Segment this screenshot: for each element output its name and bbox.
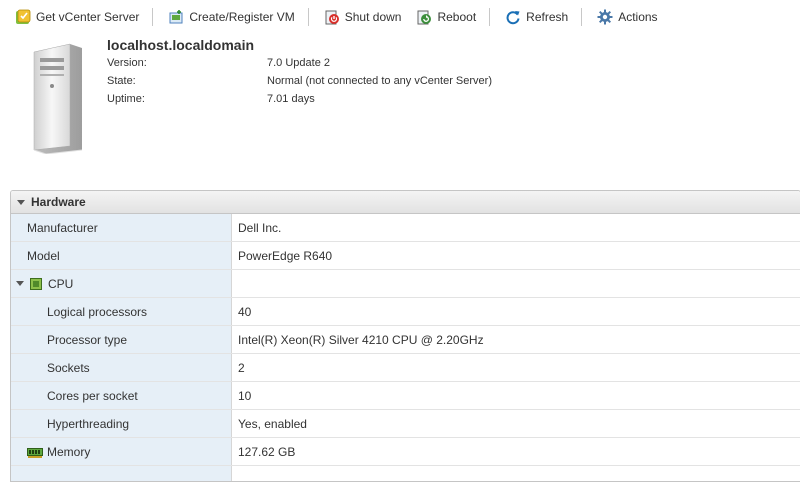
- reboot-icon: [416, 9, 432, 25]
- vcenter-icon: [15, 9, 31, 25]
- create-register-vm-label: Create/Register VM: [189, 10, 294, 24]
- state-label: State:: [107, 75, 136, 87]
- logical-processors-value: 40: [232, 298, 800, 326]
- row-label-cell: Memory: [11, 438, 232, 466]
- version-value: 7.0 Update 2: [267, 57, 330, 69]
- manufacturer-label: Manufacturer: [27, 221, 98, 235]
- table-row: Model PowerEdge R640: [11, 242, 800, 270]
- row-label-cell: Cores per socket: [11, 382, 232, 410]
- host-name: localhost.localdomain: [107, 37, 254, 53]
- table-row: Cores per socket 10: [11, 382, 800, 410]
- processor-type-value: Intel(R) Xeon(R) Silver 4210 CPU @ 2.20G…: [232, 326, 800, 354]
- get-vcenter-button[interactable]: Get vCenter Server: [0, 6, 148, 28]
- shut-down-button[interactable]: Shut down: [309, 6, 411, 28]
- uptime-label: Uptime:: [107, 93, 145, 105]
- table-row: Processor type Intel(R) Xeon(R) Silver 4…: [11, 326, 800, 354]
- cpu-value: [232, 270, 800, 298]
- create-vm-icon: [168, 9, 184, 25]
- row-label-cell: Hyperthreading: [11, 410, 232, 438]
- cores-per-socket-label: Cores per socket: [47, 389, 138, 403]
- gear-icon: [597, 9, 613, 25]
- version-label: Version:: [107, 57, 147, 69]
- collapse-arrow-icon[interactable]: [17, 200, 25, 205]
- table-row[interactable]: CPU: [11, 270, 800, 298]
- memory-icon: [27, 447, 43, 457]
- model-label: Model: [27, 249, 60, 263]
- create-register-vm-button[interactable]: Create/Register VM: [153, 6, 303, 28]
- table-row: Sockets 2: [11, 354, 800, 382]
- toolbar: Get vCenter Server Create/Register VM Sh…: [0, 0, 800, 33]
- table-row: Memory 127.62 GB: [11, 438, 800, 466]
- hyperthreading-value: Yes, enabled: [232, 410, 800, 438]
- cpu-label: CPU: [48, 277, 73, 291]
- state-value: Normal (not connected to any vCenter Ser…: [267, 75, 492, 87]
- expand-arrow-icon[interactable]: [16, 281, 24, 286]
- table-row: Logical processors 40: [11, 298, 800, 326]
- cores-per-socket-value: 10: [232, 382, 800, 410]
- model-value: PowerEdge R640: [232, 242, 800, 270]
- shutdown-icon: [324, 9, 340, 25]
- hardware-title: Hardware: [31, 195, 86, 209]
- row-label-cell: Logical processors: [11, 298, 232, 326]
- refresh-button[interactable]: Refresh: [490, 6, 577, 28]
- cpu-icon: [30, 278, 42, 290]
- shut-down-label: Shut down: [345, 10, 402, 24]
- get-vcenter-label: Get vCenter Server: [36, 10, 139, 24]
- logical-processors-label: Logical processors: [47, 305, 147, 319]
- hardware-panel: Hardware Manufacturer Dell Inc. Model Po…: [10, 190, 800, 482]
- hardware-panel-header[interactable]: Hardware: [11, 191, 800, 214]
- row-label-cell: Manufacturer: [11, 214, 232, 242]
- refresh-label: Refresh: [526, 10, 568, 24]
- hardware-table: Manufacturer Dell Inc. Model PowerEdge R…: [11, 214, 800, 482]
- row-label-cell: Processor type: [11, 326, 232, 354]
- server-tower-image: [32, 42, 84, 154]
- reboot-button[interactable]: Reboot: [410, 6, 485, 28]
- row-label-cell: Model: [11, 242, 232, 270]
- actions-label: Actions: [618, 10, 657, 24]
- row-label-cell: Sockets: [11, 354, 232, 382]
- sockets-label: Sockets: [47, 361, 90, 375]
- sockets-value: 2: [232, 354, 800, 382]
- memory-value: 127.62 GB: [232, 438, 800, 466]
- refresh-icon: [505, 9, 521, 25]
- processor-type-label: Processor type: [47, 333, 127, 347]
- uptime-value: 7.01 days: [267, 93, 315, 105]
- hyperthreading-label: Hyperthreading: [47, 417, 129, 431]
- table-row: Manufacturer Dell Inc.: [11, 214, 800, 242]
- actions-button[interactable]: Actions: [582, 6, 666, 28]
- manufacturer-value: Dell Inc.: [232, 214, 800, 242]
- memory-label: Memory: [47, 445, 90, 459]
- reboot-label: Reboot: [437, 10, 476, 24]
- row-label-cell: CPU: [11, 270, 232, 298]
- table-row: Hyperthreading Yes, enabled: [11, 410, 800, 438]
